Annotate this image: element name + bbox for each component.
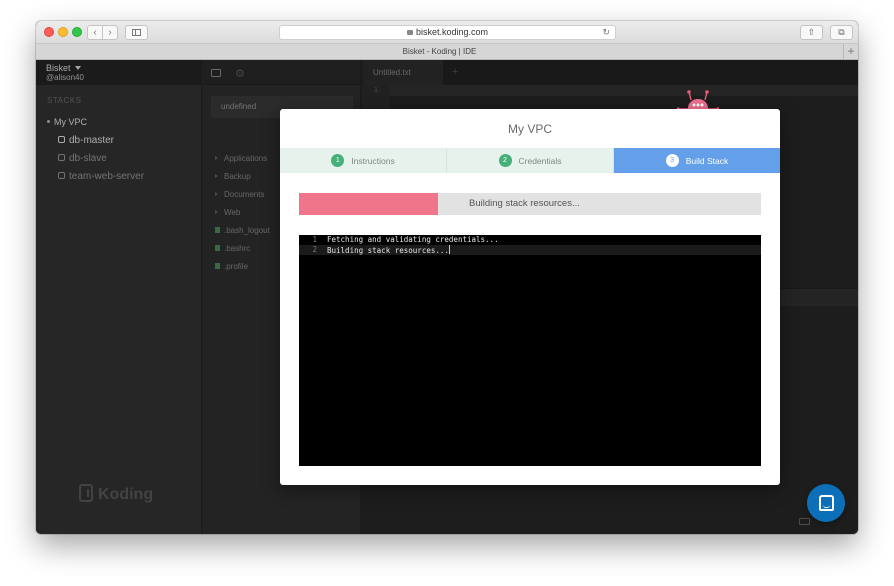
tab-strip: Bisket - Koding | IDE + bbox=[36, 44, 858, 60]
log-line-number: 1 bbox=[312, 235, 317, 244]
lock-icon bbox=[406, 30, 413, 35]
tab-title[interactable]: Bisket - Koding | IDE bbox=[36, 44, 843, 60]
close-window-button[interactable] bbox=[44, 27, 54, 37]
progress-fill bbox=[299, 193, 438, 215]
step-label: Instructions bbox=[351, 155, 395, 166]
minimize-window-button[interactable] bbox=[58, 27, 68, 37]
forward-button[interactable]: › bbox=[102, 25, 118, 40]
zoom-window-button[interactable] bbox=[72, 27, 82, 37]
new-tab-button[interactable]: + bbox=[843, 44, 858, 60]
sidebar-icon bbox=[132, 29, 141, 36]
url-text: bisket.koding.com bbox=[415, 27, 489, 37]
share-button[interactable]: ⇧ bbox=[800, 25, 823, 40]
build-stack-modal: My VPC 1 Instructions 2 Credentials 3 Build… bbox=[280, 109, 780, 485]
log-line-number: 2 bbox=[312, 245, 317, 254]
step-label: Build Stack bbox=[685, 155, 729, 166]
log-line: 1 Fetching and validating credentials... bbox=[299, 235, 761, 245]
sidebar-toggle-button[interactable] bbox=[125, 25, 148, 40]
log-line-text: Fetching and validating credentials... bbox=[327, 235, 499, 244]
step-instructions[interactable]: 1 Instructions bbox=[280, 148, 447, 173]
step-credentials[interactable]: 2 Credentials bbox=[447, 148, 614, 173]
log-line-text: Building stack resources... bbox=[327, 246, 449, 255]
reload-icon[interactable]: ↻ bbox=[602, 26, 610, 39]
step-number-badge: 2 bbox=[498, 154, 512, 167]
progress-status-text: Building stack resources... bbox=[469, 198, 580, 209]
step-number-badge: 3 bbox=[665, 154, 679, 167]
log-line: 2 Building stack resources... bbox=[299, 245, 761, 255]
build-log-console[interactable]: 1 Fetching and validating credentials...… bbox=[299, 235, 761, 466]
step-label: Credentials bbox=[518, 155, 562, 166]
back-button[interactable]: ‹ bbox=[87, 25, 103, 40]
modal-title: My VPC bbox=[507, 122, 552, 136]
step-number-badge: 1 bbox=[331, 154, 345, 167]
build-progress-bar: Building stack resources... bbox=[299, 193, 761, 215]
log-line-text-wrap: Building stack resources... bbox=[327, 245, 450, 256]
chat-launcher-button[interactable] bbox=[807, 484, 845, 522]
address-bar[interactable]: bisket.koding.com ↻ bbox=[279, 25, 616, 40]
step-build-stack[interactable]: 3 Build Stack bbox=[614, 148, 780, 173]
wizard-steps: 1 Instructions 2 Credentials 3 Build Stack bbox=[280, 148, 780, 173]
show-tabs-button[interactable]: ⧉ bbox=[830, 25, 853, 40]
browser-toolbar: ‹ › bisket.koding.com ↻ ⇧ ⧉ bbox=[36, 21, 858, 44]
text-cursor bbox=[448, 245, 450, 254]
chat-icon bbox=[819, 495, 834, 511]
